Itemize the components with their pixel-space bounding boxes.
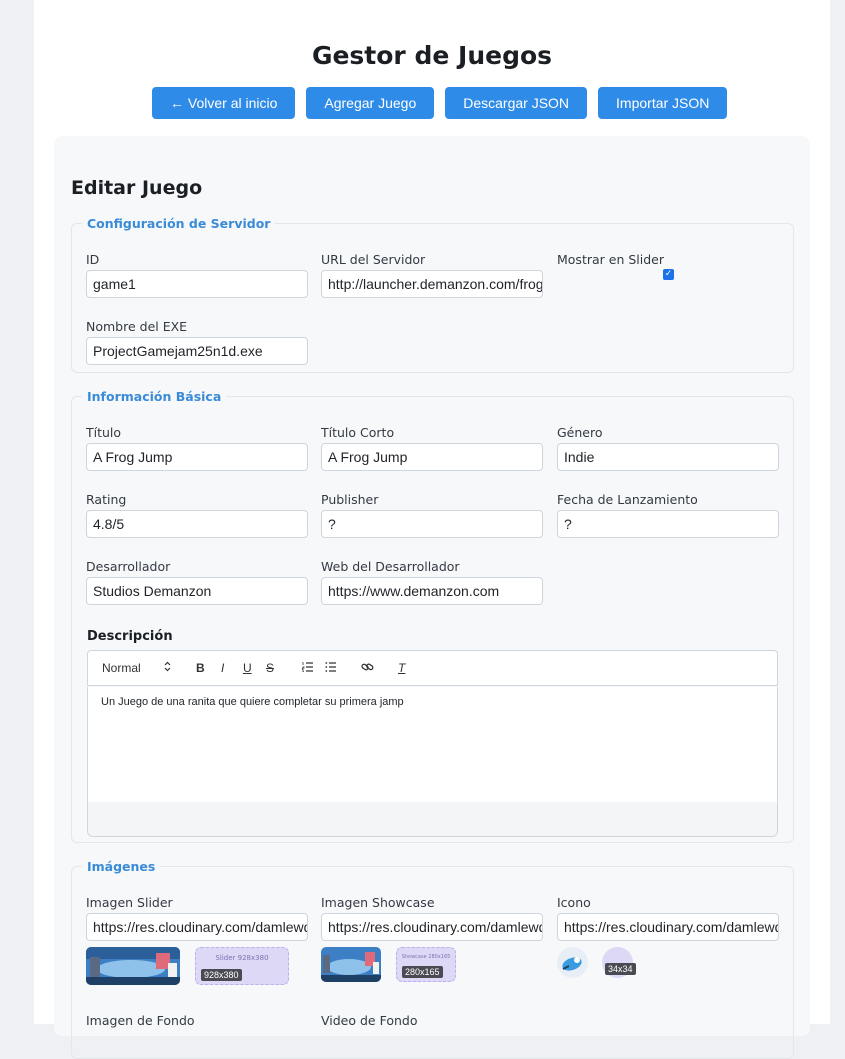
showcase-image-input[interactable]: https://res.cloudinary.com/damlewqw bbox=[321, 913, 543, 941]
images-legend: Imágenes bbox=[87, 859, 156, 874]
bullet-list-icon[interactable] bbox=[325, 661, 337, 676]
publisher-input[interactable]: ? bbox=[321, 510, 543, 538]
developer-label: Desarrollador bbox=[86, 559, 171, 574]
slider-image-preview bbox=[86, 947, 180, 985]
italic-button[interactable]: I bbox=[221, 661, 224, 675]
rating-label: Rating bbox=[86, 492, 127, 507]
genre-label: Género bbox=[557, 425, 603, 440]
release-date-input[interactable]: ? bbox=[557, 510, 779, 538]
genre-input[interactable]: Indie bbox=[557, 443, 779, 471]
icon-preview bbox=[557, 947, 588, 978]
showcase-image-label: Imagen Showcase bbox=[321, 895, 435, 910]
clear-format-button[interactable]: T bbox=[398, 661, 405, 675]
download-json-button[interactable]: Descargar JSON bbox=[445, 87, 588, 119]
developer-web-input[interactable]: https://www.demanzon.com bbox=[321, 577, 543, 605]
rating-input[interactable]: 4.8/5 bbox=[86, 510, 308, 538]
bold-button[interactable]: B bbox=[196, 661, 205, 675]
back-home-button[interactable]: ← Volver al inicio bbox=[152, 87, 296, 119]
strike-button[interactable]: S bbox=[266, 661, 274, 675]
background-video-label: Video de Fondo bbox=[321, 1013, 418, 1028]
short-title-input[interactable]: A Frog Jump bbox=[321, 443, 543, 471]
short-title-label: Título Corto bbox=[321, 425, 395, 440]
chevron-updown-icon bbox=[164, 661, 171, 675]
showcase-dimension-badge: 280x165 bbox=[402, 966, 443, 978]
server-config-legend: Configuración de Servidor bbox=[87, 216, 271, 231]
slider-image-label: Imagen Slider bbox=[86, 895, 173, 910]
developer-web-label: Web del Desarrollador bbox=[321, 559, 460, 574]
edit-game-panel: Editar Juego Configuración de Servidor I… bbox=[54, 136, 810, 1059]
show-slider-label: Mostrar en Slider bbox=[557, 252, 664, 267]
edit-game-title: Editar Juego bbox=[71, 177, 203, 199]
icon-label: Icono bbox=[557, 895, 591, 910]
slider-placeholder-text: Slider 928x380 bbox=[215, 954, 269, 962]
ordered-list-icon[interactable] bbox=[302, 661, 314, 676]
developer-input[interactable]: Studios Demanzon bbox=[86, 577, 308, 605]
basic-info-legend: Información Básica bbox=[87, 389, 222, 404]
description-text[interactable]: Un Juego de una ranita que quiere comple… bbox=[101, 696, 404, 708]
page-container: Gestor de Juegos ← Volver al inicio Agre… bbox=[34, 0, 830, 1059]
showcase-placeholder: Showcase 280x165 280x165 bbox=[396, 947, 456, 982]
server-config-section: Configuración de Servidor ID game1 URL d… bbox=[71, 216, 794, 373]
icon-placeholder: 34x34 bbox=[602, 947, 636, 978]
showcase-placeholder-text: Showcase 280x165 bbox=[401, 954, 451, 960]
publisher-label: Publisher bbox=[321, 492, 379, 507]
underline-button[interactable]: U bbox=[243, 661, 252, 675]
format-select[interactable]: Normal bbox=[102, 661, 141, 675]
exe-name-input[interactable]: ProjectGamejam25n1d.exe bbox=[86, 337, 308, 365]
background-image-label: Imagen de Fondo bbox=[86, 1013, 195, 1028]
id-label: ID bbox=[86, 252, 100, 267]
top-toolbar: ← Volver al inicio Agregar Juego Descarg… bbox=[152, 87, 728, 119]
description-label: Descripción bbox=[87, 629, 173, 644]
title-label: Título bbox=[86, 425, 122, 440]
link-icon[interactable] bbox=[361, 661, 374, 676]
editor-footer bbox=[88, 802, 777, 836]
showcase-image-preview bbox=[321, 947, 381, 982]
page-title: Gestor de Juegos bbox=[311, 41, 553, 70]
server-url-label: URL del Servidor bbox=[321, 252, 426, 267]
images-section: Imágenes Imagen Slider https://res.cloud… bbox=[71, 859, 794, 1059]
add-game-button[interactable]: Agregar Juego bbox=[306, 87, 435, 119]
show-slider-checkbox[interactable]: ✓ bbox=[663, 269, 674, 280]
slider-image-input[interactable]: https://res.cloudinary.com/damlewqw bbox=[86, 913, 308, 941]
release-date-label: Fecha de Lanzamiento bbox=[557, 492, 698, 507]
basic-info-section: Información Básica Título A Frog Jump Tí… bbox=[71, 389, 794, 843]
description-editor[interactable]: Un Juego de una ranita que quiere comple… bbox=[87, 687, 778, 837]
rich-text-toolbar: Normal B I U S T bbox=[87, 650, 778, 686]
icon-dimension-badge: 34x34 bbox=[605, 963, 636, 975]
exe-name-label: Nombre del EXE bbox=[86, 319, 188, 334]
server-url-input[interactable]: http://launcher.demanzon.com/frog bbox=[321, 270, 543, 298]
slider-dimension-badge: 928x380 bbox=[201, 969, 242, 981]
slider-placeholder: Slider 928x380 928x380 bbox=[195, 947, 289, 985]
title-input[interactable]: A Frog Jump bbox=[86, 443, 308, 471]
id-input[interactable]: game1 bbox=[86, 270, 308, 298]
import-json-button[interactable]: Importar JSON bbox=[598, 87, 728, 119]
icon-input[interactable]: https://res.cloudinary.com/damlewqw bbox=[557, 913, 779, 941]
